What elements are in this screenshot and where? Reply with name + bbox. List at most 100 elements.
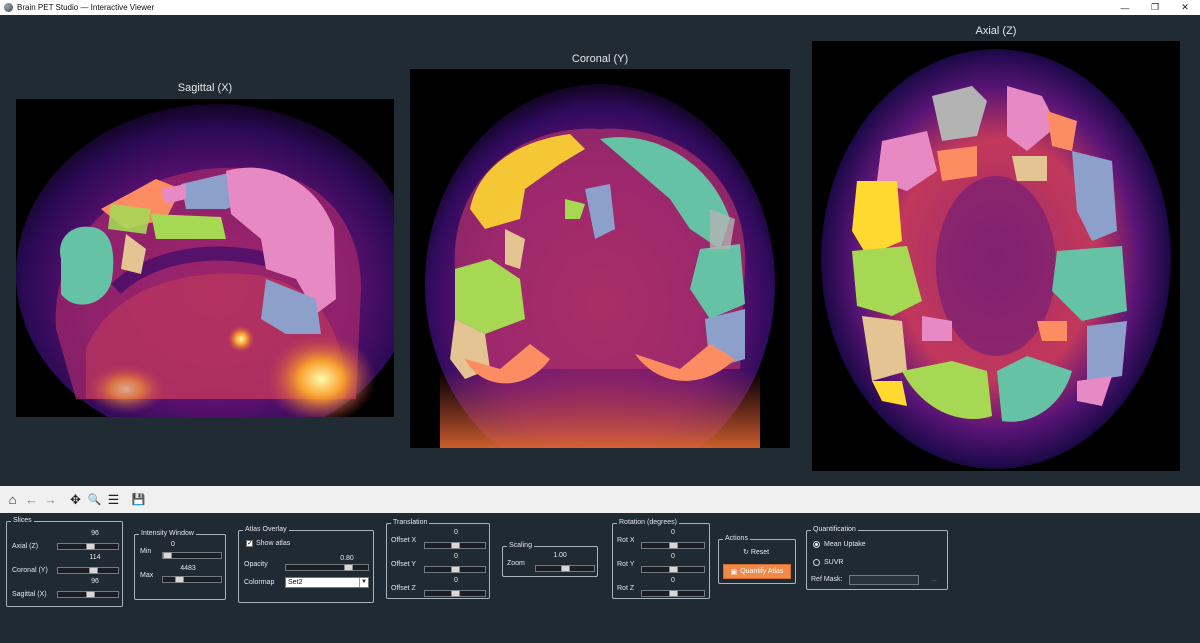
offset-x-value: 0: [454, 529, 458, 536]
scaling-label: Scaling: [507, 541, 534, 551]
scaling-group: Scaling 1.00 Zoom: [502, 541, 598, 577]
intensity-min-value: 0: [171, 541, 175, 548]
atlas-overlay-group: Atlas Overlay ✓ Show atlas 0.80 Opacity …: [238, 525, 374, 603]
pan-icon[interactable]: ✥: [67, 491, 84, 508]
offset-y-value: 0: [454, 553, 458, 560]
slider-knob[interactable]: [451, 566, 460, 573]
window-controls: — ❐ ✕: [1110, 0, 1200, 15]
configure-icon[interactable]: ☰: [105, 491, 122, 508]
app-icon: [4, 3, 13, 12]
sagittal-title: Sagittal (X): [177, 82, 233, 94]
controls-panel: Slices 96 Axial (Z) 114 Coronal (Y) 96 S…: [0, 513, 1200, 643]
atlas-overlay-label: Atlas Overlay: [243, 525, 289, 535]
back-arrow-icon[interactable]: ←: [23, 491, 40, 508]
window-titlebar: Brain PET Studio — Interactive Viewer — …: [0, 0, 1200, 15]
zoom-icon[interactable]: 🔍: [86, 491, 103, 508]
figure-canvas[interactable]: Sagittal (X) Coronal (Y) Axial (Z): [0, 15, 1200, 486]
coronal-slice-slider[interactable]: [57, 567, 119, 574]
slider-knob[interactable]: [561, 565, 570, 572]
axial-title: Axial (Z): [975, 25, 1017, 37]
colormap-label: Colormap: [244, 579, 275, 586]
quantification-label: Quantification: [811, 525, 858, 535]
rot-z-label: Rot Z: [617, 585, 635, 592]
slider-knob[interactable]: [669, 590, 678, 597]
opacity-slider[interactable]: [285, 564, 369, 571]
restore-button[interactable]: ❐: [1140, 0, 1170, 15]
slider-knob[interactable]: [89, 567, 98, 574]
coronal-view[interactable]: [410, 69, 790, 448]
quantification-group: Quantification Mean Uptake SUVR Ref Mask…: [806, 525, 948, 590]
offset-z-value: 0: [454, 577, 458, 584]
slider-knob[interactable]: [669, 566, 678, 573]
save-icon[interactable]: 💾: [130, 491, 147, 508]
slider-knob[interactable]: [669, 542, 678, 549]
show-atlas-checkbox[interactable]: ✓: [246, 540, 253, 547]
browse-button[interactable]: ...: [931, 576, 937, 583]
suvr-label: SUVR: [824, 559, 844, 566]
rotation-label: Rotation (degrees): [617, 518, 679, 528]
rot-z-slider[interactable]: [641, 590, 705, 597]
coronal-title: Coronal (Y): [571, 53, 629, 65]
sagittal-slice-value: 96: [91, 578, 99, 585]
slider-knob[interactable]: [86, 591, 95, 598]
rot-z-value: 0: [671, 577, 675, 584]
slider-knob[interactable]: [451, 542, 460, 549]
mean-uptake-label: Mean Uptake: [824, 541, 866, 548]
close-button[interactable]: ✕: [1170, 0, 1200, 15]
slices-group: Slices 96 Axial (Z) 114 Coronal (Y) 96 S…: [6, 516, 123, 607]
mean-uptake-radio[interactable]: [813, 541, 820, 548]
offset-z-label: Offset Z: [391, 585, 416, 592]
offset-z-slider[interactable]: [424, 590, 486, 597]
offset-x-slider[interactable]: [424, 542, 486, 549]
slider-knob[interactable]: [86, 543, 95, 550]
intensity-window-group: Intensity Window 0 Min 4483 Max: [134, 529, 226, 600]
coronal-image: [410, 69, 790, 448]
suvr-radio[interactable]: [813, 559, 820, 566]
zoom-value: 1.00: [553, 552, 567, 559]
sagittal-slice-slider[interactable]: [57, 591, 119, 598]
refresh-icon: ↻: [743, 549, 749, 556]
chevron-down-icon[interactable]: ▼: [359, 578, 368, 587]
zoom-slider[interactable]: [535, 565, 595, 572]
offset-y-slider[interactable]: [424, 566, 486, 573]
home-icon[interactable]: ⌂: [4, 491, 21, 508]
navigation-toolbar: ⌂ ← → ✥ 🔍 ☰ 💾: [0, 486, 1200, 513]
translation-group: Translation 0 Offset X 0 Offset Y 0 Offs…: [386, 518, 490, 599]
rotation-group: Rotation (degrees) 0 Rot X 0 Rot Y 0 Rot…: [612, 518, 710, 599]
slider-knob[interactable]: [344, 564, 353, 571]
opacity-value: 0.80: [340, 555, 354, 562]
quantify-atlas-button[interactable]: ▣ Quantify Atlas: [723, 564, 791, 579]
sagittal-view[interactable]: [16, 99, 394, 417]
slider-knob[interactable]: [163, 552, 172, 559]
rot-y-label: Rot Y: [617, 561, 635, 568]
slider-knob[interactable]: [175, 576, 184, 583]
coronal-slice-value: 114: [89, 554, 101, 561]
opacity-label: Opacity: [244, 561, 268, 568]
translation-label: Translation: [391, 518, 430, 528]
forward-arrow-icon[interactable]: →: [42, 491, 59, 508]
actions-group: Actions ↻ Reset ▣ Quantify Atlas: [718, 534, 796, 584]
intensity-min-label: Min: [140, 548, 152, 555]
axial-slice-slider[interactable]: [57, 543, 119, 550]
rot-y-slider[interactable]: [641, 566, 705, 573]
minimize-button[interactable]: —: [1110, 0, 1140, 15]
slider-knob[interactable]: [451, 590, 460, 597]
quantify-atlas-label: Quantify Atlas: [740, 568, 784, 575]
axial-view[interactable]: [812, 41, 1180, 471]
slices-group-label: Slices: [11, 516, 34, 526]
colormap-select[interactable]: Set2 ▼: [285, 577, 369, 588]
rot-x-slider[interactable]: [641, 542, 705, 549]
intensity-max-slider[interactable]: [162, 576, 222, 583]
quantify-icon: ▣: [730, 568, 738, 576]
sagittal-slice-label: Sagittal (X): [12, 591, 47, 598]
intensity-min-slider[interactable]: [162, 552, 222, 559]
reset-button[interactable]: ↻ Reset: [743, 548, 769, 556]
offset-x-label: Offset X: [391, 537, 417, 544]
rot-x-value: 0: [671, 529, 675, 536]
show-atlas-label: Show atlas: [256, 540, 291, 547]
rot-y-value: 0: [671, 553, 675, 560]
intensity-max-label: Max: [140, 572, 154, 579]
ref-mask-input[interactable]: [849, 575, 919, 585]
reset-button-label: Reset: [750, 549, 770, 556]
zoom-label: Zoom: [507, 560, 525, 567]
